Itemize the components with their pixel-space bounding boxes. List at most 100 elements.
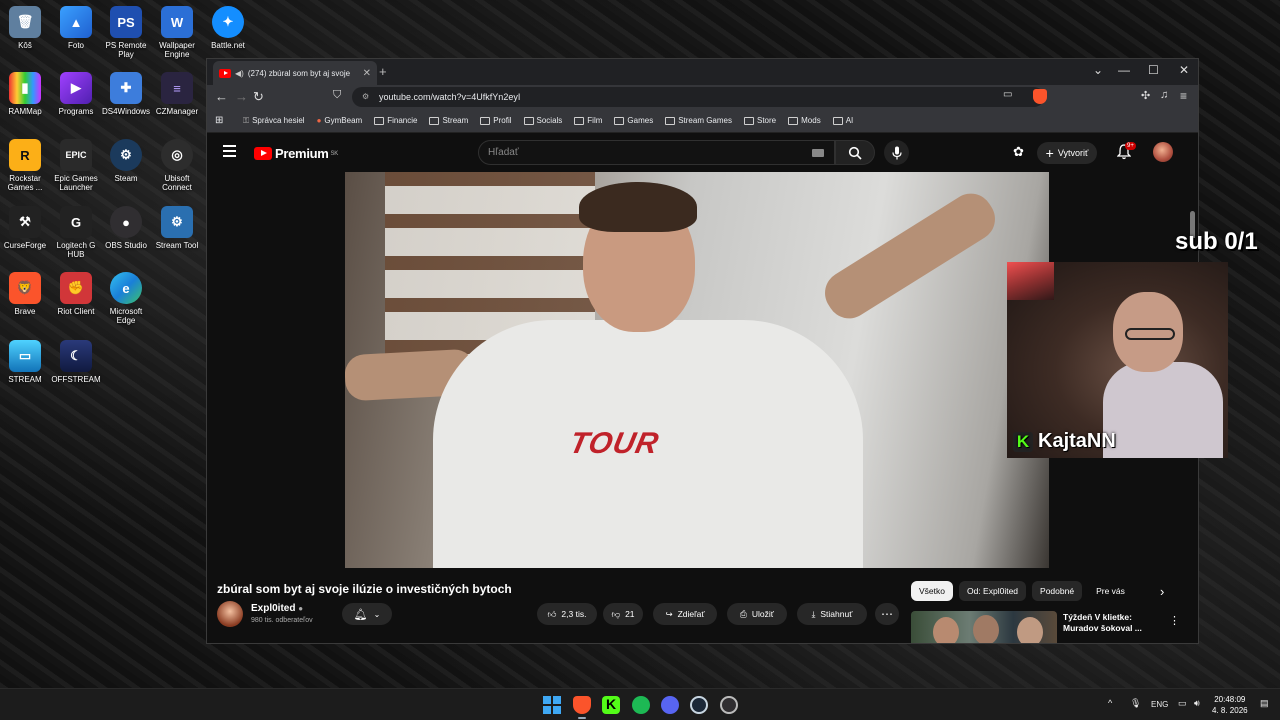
- cast-icon[interactable]: ▭: [1003, 89, 1012, 100]
- chevron-right-icon[interactable]: ›: [1160, 584, 1164, 599]
- desktop-icon-riot[interactable]: ✊ Riot Client: [51, 272, 101, 316]
- kebab-menu-icon[interactable]: ⋮: [1169, 614, 1180, 627]
- bookmark-folder-stream-games[interactable]: Stream Games: [665, 116, 732, 125]
- tray-overflow-chevron-icon[interactable]: ^: [1108, 698, 1112, 708]
- chip-related[interactable]: Podobné: [1032, 581, 1083, 601]
- bookmark-icon[interactable]: ⛉: [333, 89, 341, 102]
- taskbar-kick-icon[interactable]: K: [602, 696, 620, 714]
- tab-search-chevron-icon[interactable]: ⌄: [1093, 63, 1103, 77]
- desktop-icon-ps-remote-play[interactable]: PS PS Remote Play: [101, 6, 151, 59]
- logo-text: Premium: [275, 146, 329, 161]
- desktop-icon-rockstar[interactable]: R Rockstar Games ...: [0, 139, 50, 192]
- search-input[interactable]: Hľadať: [478, 140, 835, 165]
- search-button[interactable]: [835, 140, 875, 165]
- more-actions-button[interactable]: ⋯: [875, 603, 899, 625]
- notification-center-icon[interactable]: ▤: [1260, 698, 1269, 709]
- taskbar-spotify-icon[interactable]: [632, 696, 650, 714]
- dislike-count: 21: [625, 609, 635, 619]
- bookmark-folder-stream[interactable]: Stream: [429, 116, 468, 125]
- address-bar[interactable]: ⚙ youtube.com/watch?v=4UfkfYn2eyI: [352, 87, 1044, 107]
- desktop-icon-epic-games[interactable]: EPIC Epic Games Launcher: [51, 139, 101, 192]
- bookmark-folder-film[interactable]: Film: [574, 116, 602, 125]
- desktop-icon-photos[interactable]: ▲ Foto: [51, 6, 101, 50]
- webcam-glasses: [1125, 328, 1175, 340]
- clock[interactable]: 20:48:09 4. 8. 2026: [1212, 694, 1248, 716]
- taskbar-steam-icon[interactable]: [690, 696, 708, 714]
- tab-close-icon[interactable]: ✕: [363, 68, 371, 79]
- desktop-icon-steam[interactable]: ⚙ Steam: [101, 139, 151, 183]
- extensions-icon[interactable]: ✣: [1141, 89, 1150, 102]
- recommendation-title[interactable]: Týždeň V klietke: Muradov šokoval ...: [1063, 612, 1153, 634]
- desktop-icon-obs[interactable]: ● OBS Studio: [101, 206, 151, 250]
- channel-name[interactable]: Expl0ited ●: [251, 603, 303, 614]
- dislike-button[interactable]: 👎︎ 21: [603, 603, 643, 625]
- speaker-icon[interactable]: ◀): [235, 69, 244, 78]
- desktop-icon-offstream[interactable]: ☾ OFFSTREAM: [51, 340, 101, 384]
- brave-shield-icon[interactable]: [1033, 89, 1047, 104]
- bookmark-folder-financie[interactable]: Financie: [374, 116, 417, 125]
- desktop-icon-edge[interactable]: e Microsoft Edge: [101, 272, 151, 325]
- network-icon[interactable]: ▭: [1178, 698, 1187, 709]
- download-button[interactable]: ⤓ Stiahnuť: [797, 603, 867, 625]
- reload-button[interactable]: ↻: [253, 89, 264, 105]
- extension-icon[interactable]: ✿: [1013, 144, 1024, 160]
- chip-from-channel[interactable]: Od: Expl0ited: [959, 581, 1027, 601]
- save-button[interactable]: ⎙ Uložiť: [727, 603, 787, 625]
- bookmark-folder-games[interactable]: Games: [614, 116, 653, 125]
- back-button[interactable]: ←: [215, 89, 228, 104]
- search-placeholder: Hľadať: [488, 147, 519, 158]
- bookmark-folder-store[interactable]: Store: [744, 116, 776, 125]
- create-button[interactable]: + Vytvoriť: [1037, 142, 1097, 164]
- desktop-icon-rammap[interactable]: ▮ RAMMap: [0, 72, 50, 116]
- desktop-icon-recycle-bin[interactable]: 🗑 Kôš: [0, 6, 50, 50]
- forward-button[interactable]: →: [235, 89, 248, 104]
- taskbar-obs-icon[interactable]: [720, 696, 738, 714]
- apps-grid-icon[interactable]: ⊞: [215, 115, 223, 126]
- desktop-icon-czmanager[interactable]: ≡ CZManager: [152, 72, 202, 116]
- desktop-icon-logitech[interactable]: G Logitech G HUB: [51, 206, 101, 259]
- bookmark-folder-ai[interactable]: AI: [832, 116, 853, 125]
- desktop-icon-stream-tool[interactable]: ⚙ Stream Tool: [152, 206, 202, 250]
- desktop-icon-stream[interactable]: ▭ STREAM: [0, 340, 50, 384]
- minimize-button[interactable]: —: [1118, 63, 1130, 77]
- chevron-down-icon: ⌄: [373, 609, 381, 619]
- start-button[interactable]: [543, 696, 561, 714]
- account-avatar[interactable]: [1153, 142, 1173, 162]
- share-button[interactable]: ↪ Zdieľať: [653, 603, 717, 625]
- new-tab-button[interactable]: +: [379, 64, 387, 79]
- bookmark-gymbeam[interactable]: ● GymBeam: [317, 116, 363, 125]
- tab-youtube[interactable]: ◀) (274) zbúral som byt aj svoje ✕: [213, 61, 377, 85]
- close-button[interactable]: ✕: [1179, 63, 1189, 77]
- bookmark-password-manager[interactable]: ⚿ Správca hesiel: [243, 116, 305, 126]
- chip-for-you[interactable]: Pre vás: [1088, 581, 1133, 601]
- desktop-icon-ubisoft[interactable]: ◎ Ubisoft Connect: [152, 139, 202, 192]
- voice-search-button[interactable]: [884, 140, 909, 165]
- keyboard-icon[interactable]: [812, 149, 824, 157]
- desktop-icon-programs[interactable]: ▶ Programs: [51, 72, 101, 116]
- bookmark-folder-mods[interactable]: Mods: [788, 116, 821, 125]
- video-player[interactable]: TOUR: [345, 172, 1049, 568]
- like-button[interactable]: 👍︎ 2,3 tis.: [537, 603, 597, 625]
- desktop-icon-ds4windows[interactable]: ✚ DS4Windows: [101, 72, 151, 116]
- chip-all[interactable]: Všetko: [911, 581, 953, 601]
- desktop-icon-curseforge[interactable]: ⚒ CurseForge: [0, 206, 50, 250]
- maximize-button[interactable]: ☐: [1148, 63, 1159, 77]
- youtube-premium-logo[interactable]: Premium SK: [254, 146, 338, 161]
- desktop-icon-battlenet[interactable]: ✦ Battle.net: [203, 6, 253, 50]
- volume-icon[interactable]: 🔊︎: [1194, 698, 1200, 709]
- desktop-icon-wallpaper-engine[interactable]: W Wallpaper Engine: [152, 6, 202, 59]
- media-icon[interactable]: ♫: [1160, 89, 1168, 101]
- channel-avatar[interactable]: [217, 601, 243, 627]
- desktop-icon-brave[interactable]: 🦁 Brave: [0, 272, 50, 316]
- bookmark-folder-profil[interactable]: Profil: [480, 116, 512, 125]
- language-indicator[interactable]: ENG: [1151, 700, 1168, 709]
- subscription-bell-button[interactable]: 🔔︎ ⌄: [342, 603, 392, 625]
- menu-icon[interactable]: ≡: [1180, 89, 1187, 103]
- hamburger-menu-icon[interactable]: [223, 145, 236, 160]
- tray-microphone-icon[interactable]: 🎙︎: [1130, 698, 1141, 709]
- taskbar-discord-icon[interactable]: [661, 696, 679, 714]
- recommendation-thumbnail[interactable]: [911, 611, 1057, 643]
- taskbar-brave-icon[interactable]: [573, 696, 591, 719]
- bookmark-folder-socials[interactable]: Socials: [523, 116, 562, 125]
- site-info-icon[interactable]: ⚙: [362, 92, 369, 101]
